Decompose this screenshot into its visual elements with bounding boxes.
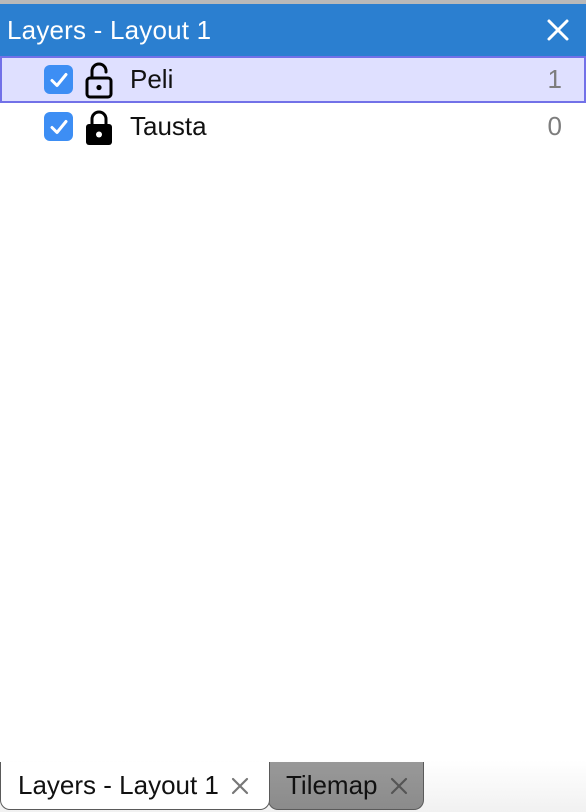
panel-titlebar: Layers - Layout 1 [0,4,586,56]
layer-row-tausta[interactable]: Tausta 0 [0,103,586,150]
close-icon [231,777,248,794]
checkmark-icon [50,119,67,134]
layer-name: Peli [130,64,174,94]
tab-tilemap[interactable]: Tilemap [268,762,424,810]
panel-title: Layers - Layout 1 [7,14,212,45]
layer-count: 0 [547,111,562,141]
layer-visibility-checkbox[interactable] [44,112,73,141]
layers-list: Peli 1 Tausta 0 [0,56,586,150]
close-tab-button[interactable] [229,775,251,797]
tab-label: Tilemap [286,770,378,800]
layer-visibility-checkbox[interactable] [44,65,73,94]
checkmark-icon [50,72,67,87]
lock-open-icon[interactable] [84,61,114,99]
layer-row-peli[interactable]: Peli 1 [0,56,586,103]
close-icon [547,19,569,41]
lock-closed-icon[interactable] [84,108,114,146]
tab-label: Layers - Layout 1 [18,770,219,800]
close-panel-button[interactable] [538,10,578,50]
close-icon [390,777,407,794]
tab-layers-layout-1[interactable]: Layers - Layout 1 [0,762,270,810]
close-tab-button[interactable] [388,775,410,797]
layer-count: 1 [547,64,562,94]
layer-name: Tausta [130,111,207,141]
